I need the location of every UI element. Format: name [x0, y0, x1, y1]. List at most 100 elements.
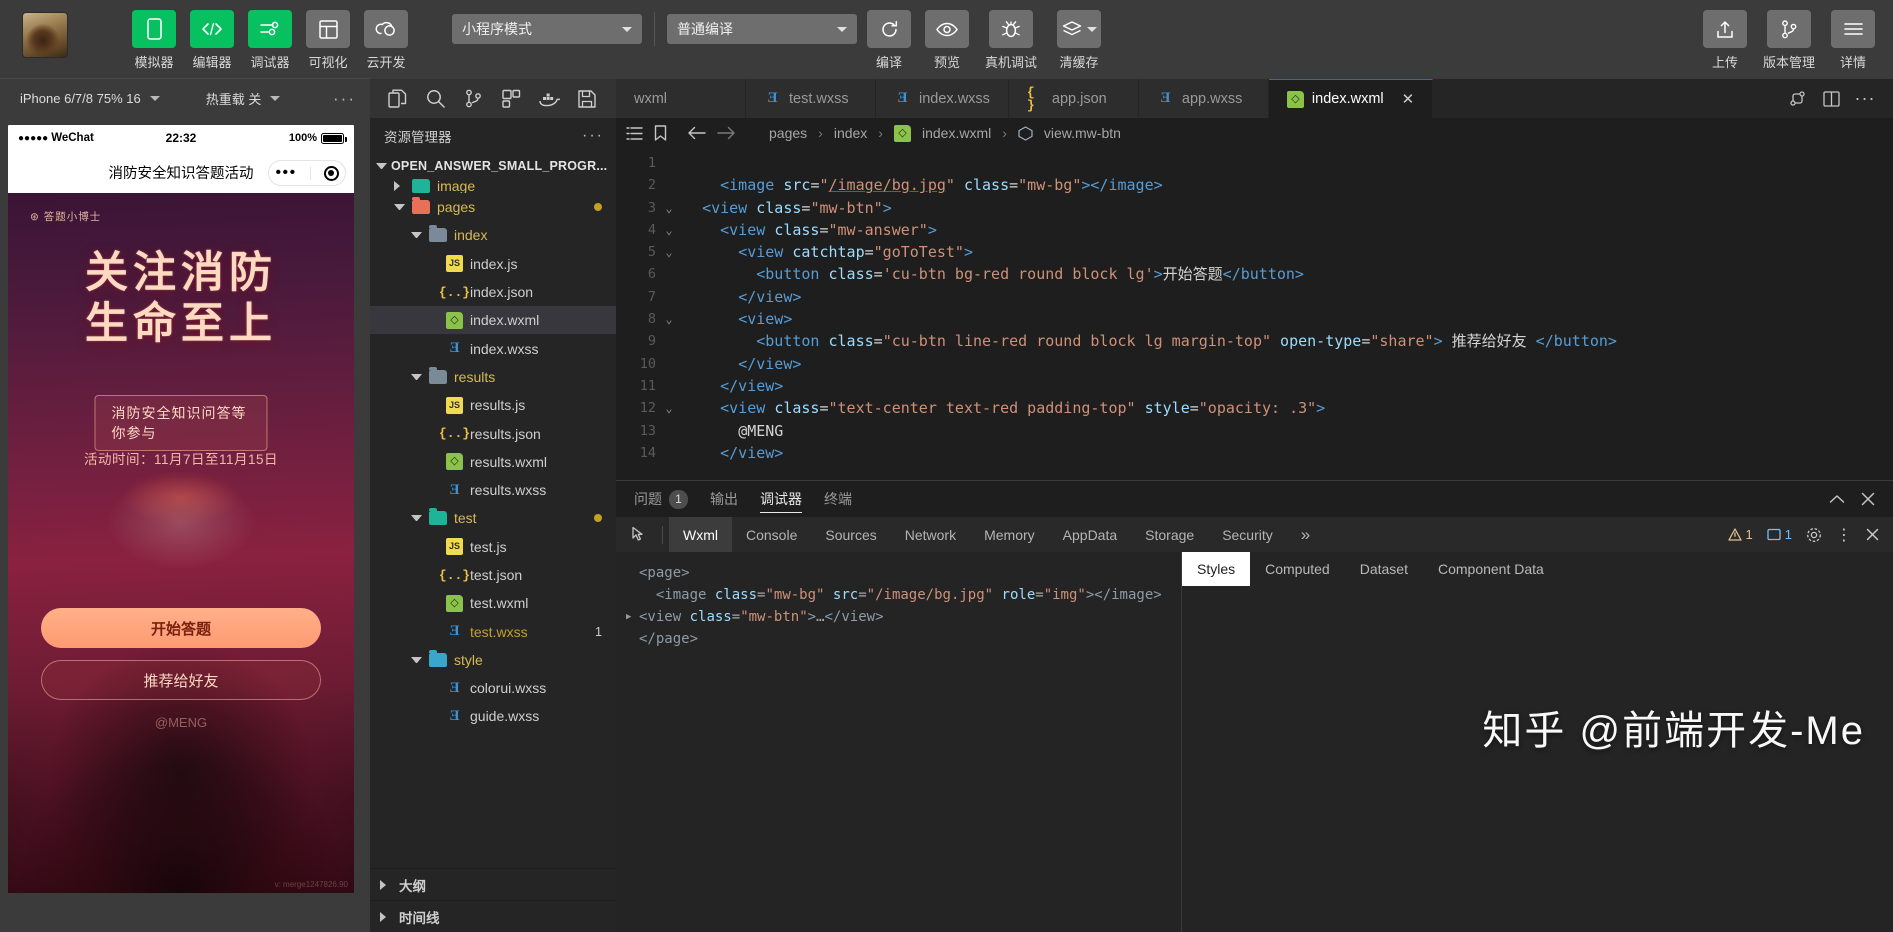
chevron-down-icon[interactable] [411, 373, 422, 380]
save-icon[interactable] [570, 85, 604, 113]
tree-file-index.wxss[interactable]: Ǝindex.wxss [370, 334, 616, 362]
close-icon[interactable]: ✕ [1402, 90, 1415, 108]
devtools-tab-security[interactable]: Security [1208, 517, 1287, 552]
toolbar-button-preview[interactable]: 预览 [921, 10, 973, 71]
inspect-element-icon[interactable] [622, 526, 656, 543]
explorer-more-button[interactable]: ··· [582, 127, 604, 145]
panel-tab-terminal[interactable]: 终端 [824, 481, 852, 517]
tree-file-test.wxss[interactable]: Ǝtest.wxss 1 [370, 617, 616, 645]
forward-arrow-icon[interactable] [717, 126, 735, 140]
tree-file-index.js[interactable]: JS index.js [370, 250, 616, 278]
breadcrumb-item-symbol[interactable]: view.mw-btn [1044, 125, 1121, 141]
hotreload-select[interactable]: 热重载 关 [196, 89, 291, 108]
toolbar-button-details[interactable]: 详情 [1827, 10, 1879, 71]
panel-tab-problems[interactable]: 问题 1 [634, 481, 688, 517]
fold-toggle[interactable]: ⌄ [658, 241, 680, 263]
share-friend-button[interactable]: 推荐给好友 [41, 660, 321, 700]
toolbar-button-editor[interactable]: 编辑器 [186, 10, 238, 71]
tree-folder-index[interactable]: index [370, 221, 616, 249]
warning-count[interactable]: 1 [1727, 527, 1753, 542]
toolbar-button-simulator[interactable]: 模拟器 [128, 10, 180, 71]
split-editor-icon[interactable] [1817, 86, 1845, 112]
fold-toggle[interactable]: ⌄ [658, 197, 680, 219]
capsule-menu[interactable]: ••• [268, 160, 346, 186]
chevron-down-icon[interactable] [376, 163, 387, 169]
dom-node[interactable]: </page> [626, 628, 1181, 650]
explorer-section-outline[interactable]: 大纲 [370, 868, 616, 900]
devtools-tab-memory[interactable]: Memory [970, 517, 1049, 552]
back-arrow-icon[interactable] [688, 126, 706, 140]
breadcrumb-item-file[interactable]: index.wxml [922, 125, 991, 141]
kebab-icon[interactable]: ⋮ [1836, 525, 1852, 545]
more-dots-icon[interactable]: ••• [275, 165, 296, 180]
tree-folder-test[interactable]: test [370, 504, 616, 532]
chevron-down-icon[interactable] [411, 656, 422, 663]
chevron-right-icon[interactable] [394, 181, 405, 191]
devtools-tab-sources[interactable]: Sources [811, 517, 890, 552]
toolbar-button-clearcache[interactable]: 清缓存 [1049, 10, 1109, 71]
expand-arrow-icon[interactable]: ▶ [626, 606, 639, 628]
gear-icon[interactable] [1806, 527, 1822, 543]
tree-file-results.json[interactable]: {..} results.json [370, 419, 616, 447]
tree-folder-pages[interactable]: pages [370, 193, 616, 221]
breadcrumb-item-pages[interactable]: pages [769, 125, 807, 141]
tree-file-results.wxss[interactable]: Ǝresults.wxss [370, 476, 616, 504]
devtools-tab-console[interactable]: Console [732, 517, 811, 552]
styles-tab-component-data[interactable]: Component Data [1423, 552, 1559, 586]
editor-tab-app-wxss[interactable]: Ǝ app.wxss [1138, 79, 1269, 118]
editor-tab-test-wxss[interactable]: Ǝ test.wxss [746, 79, 876, 118]
toolbar-button-visual[interactable]: 可视化 [302, 10, 354, 71]
chevron-down-icon[interactable] [394, 204, 405, 211]
editor-tab-index-wxss[interactable]: Ǝ index.wxss [876, 79, 1009, 118]
explorer-section-timeline[interactable]: 时间线 [370, 900, 616, 932]
fold-toggle[interactable]: ⌄ [658, 397, 680, 419]
source-control-compare-icon[interactable] [1783, 86, 1811, 112]
close-icon[interactable] [1861, 492, 1875, 506]
outline-icon[interactable] [626, 126, 643, 141]
compile-mode-select[interactable]: 普通编译 [667, 14, 857, 44]
styles-tab-dataset[interactable]: Dataset [1345, 552, 1423, 586]
toolbar-button-version[interactable]: 版本管理 [1757, 10, 1821, 71]
tree-file-results.wxml[interactable]: ◇ results.wxml [370, 448, 616, 476]
toolbar-button-upload[interactable]: 上传 [1699, 10, 1751, 71]
styles-tab-computed[interactable]: Computed [1250, 552, 1345, 586]
tree-file-test.wxml[interactable]: ◇ test.wxml [370, 589, 616, 617]
dom-node[interactable]: <page> [626, 562, 1181, 584]
styles-tab-styles[interactable]: Styles [1182, 552, 1251, 586]
editor-more-icon[interactable]: ··· [1851, 86, 1879, 112]
editor-tab-app-json[interactable]: { } app.json [1008, 79, 1139, 118]
tree-file-guide.wxss[interactable]: Ǝguide.wxss [370, 702, 616, 730]
split-file-icon[interactable] [380, 85, 414, 113]
explorer-root-row[interactable]: OPEN_ANSWER_SMALL_PROGR... [370, 153, 616, 179]
dom-tree[interactable]: <page> <image class = "mw-bg" src = "/image/… [616, 552, 1181, 932]
panel-tab-output[interactable]: 输出 [710, 481, 738, 517]
devtools-tab-network[interactable]: Network [891, 517, 970, 552]
dom-node[interactable]: <image class = "mw-bg" src = "/image/bg.jpg"… [626, 584, 1181, 606]
file-tree[interactable]: image pages index JS index.js {..} index.json ◇… [370, 179, 616, 868]
tree-file-colorui.wxss[interactable]: Ǝcolorui.wxss [370, 674, 616, 702]
fold-toggle[interactable]: ⌄ [658, 219, 680, 241]
start-quiz-button[interactable]: 开始答题 [41, 608, 321, 648]
simulator-more-button[interactable]: ··· [333, 89, 370, 109]
code-editor[interactable]: 12 <image src="/image/bg.jpg" class="mw-… [616, 148, 1893, 480]
editor-tab-wxml[interactable]: wxml [616, 79, 746, 118]
project-mode-select[interactable]: 小程序模式 [452, 14, 642, 44]
docker-icon[interactable] [532, 85, 566, 113]
panel-tab-debugger[interactable]: 调试器 [760, 481, 802, 517]
bookmark-icon[interactable] [654, 125, 667, 141]
tree-folder-style[interactable]: style [370, 646, 616, 674]
tree-folder-image[interactable]: image [370, 179, 616, 193]
source-control-icon[interactable] [456, 85, 490, 113]
chevron-down-icon[interactable] [411, 232, 422, 239]
tree-file-index.json[interactable]: {..} index.json [370, 278, 616, 306]
search-icon[interactable] [418, 85, 452, 113]
tree-file-index.wxml[interactable]: ◇ index.wxml [370, 306, 616, 335]
toolbar-button-cloud[interactable]: 云开发 [360, 10, 412, 71]
toolbar-button-debugger[interactable]: 调试器 [244, 10, 296, 71]
tree-file-test.json[interactable]: {..} test.json [370, 561, 616, 589]
fold-toggle[interactable]: ⌄ [658, 308, 680, 330]
info-count[interactable]: 1 [1767, 527, 1792, 542]
user-avatar[interactable] [22, 12, 68, 58]
tree-folder-results[interactable]: results [370, 363, 616, 391]
breadcrumb-item-index[interactable]: index [834, 125, 867, 141]
